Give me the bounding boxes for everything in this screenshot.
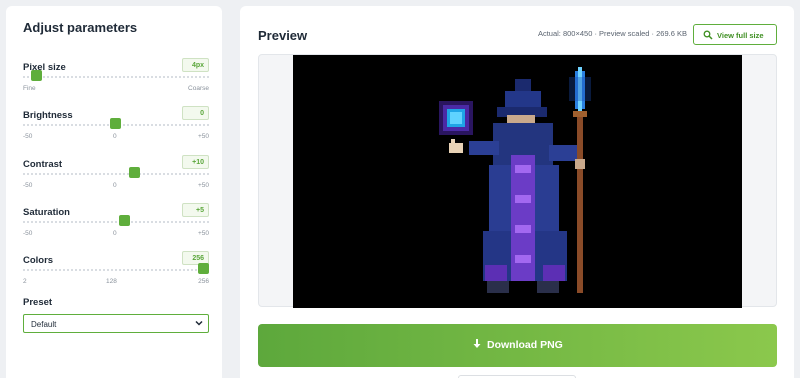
- contrast-mid: 0: [113, 182, 117, 189]
- pixel-size-min: Fine: [23, 85, 36, 92]
- magnifier-icon: [703, 30, 713, 40]
- saturation-value[interactable]: +5: [182, 203, 209, 217]
- preset-selected-value: Default: [31, 320, 57, 329]
- brightness-thumb[interactable]: [110, 118, 121, 129]
- preview-info: Actual: 800×450 · Preview scaled · 269.6…: [537, 29, 687, 38]
- panel-title: Adjust parameters: [23, 20, 138, 35]
- download-png-label: Download PNG: [487, 339, 563, 351]
- contrast-value[interactable]: +10: [182, 155, 209, 169]
- brightness-value[interactable]: 0: [182, 106, 209, 120]
- preview-frame: [258, 54, 777, 308]
- preset-label: Preset: [23, 297, 53, 308]
- download-png-button[interactable]: Download PNG: [258, 324, 777, 367]
- saturation-mid: 0: [113, 230, 117, 237]
- preset-select[interactable]: Default: [23, 314, 209, 333]
- contrast-thumb[interactable]: [129, 167, 140, 178]
- pixel-size-thumb[interactable]: [31, 70, 42, 81]
- preview-panel: Preview Actual: 800×450 · Preview scaled…: [240, 6, 794, 378]
- contrast-label: Contrast: [23, 159, 63, 170]
- saturation-max: +50: [197, 230, 209, 237]
- pixel-size-label: Pixel size: [23, 62, 66, 73]
- view-full-size-button[interactable]: View full size: [693, 24, 777, 45]
- preview-title: Preview: [258, 28, 308, 43]
- adjust-parameters-panel: Adjust parameters Pixel size 4px Fine Co…: [6, 6, 222, 378]
- brightness-min: -50: [23, 133, 33, 140]
- colors-label: Colors: [23, 255, 54, 266]
- saturation-min: -50: [23, 230, 33, 237]
- brightness-mid: 0: [113, 133, 117, 140]
- colors-thumb[interactable]: [198, 263, 209, 274]
- contrast-track[interactable]: [23, 173, 209, 177]
- colors-max: 256: [198, 278, 209, 285]
- colors-min: 2: [23, 278, 27, 285]
- contrast-max: +50: [197, 182, 209, 189]
- saturation-thumb[interactable]: [119, 215, 130, 226]
- brightness-max: +50: [197, 133, 209, 140]
- pixel-size-max: Coarse: [188, 85, 209, 92]
- saturation-track[interactable]: [23, 221, 209, 225]
- colors-track[interactable]: [23, 269, 209, 273]
- view-full-size-label: View full size: [717, 31, 764, 40]
- saturation-label: Saturation: [23, 207, 70, 218]
- contrast-min: -50: [23, 182, 33, 189]
- pixel-size-track[interactable]: [23, 76, 209, 80]
- brightness-label: Brightness: [23, 110, 73, 121]
- pixel-art-preview-image: [293, 55, 742, 308]
- pixel-size-value[interactable]: 4px: [182, 58, 209, 72]
- download-arrow-icon: [473, 339, 481, 348]
- chevron-down-icon: [195, 320, 203, 326]
- colors-mid: 128: [106, 278, 117, 285]
